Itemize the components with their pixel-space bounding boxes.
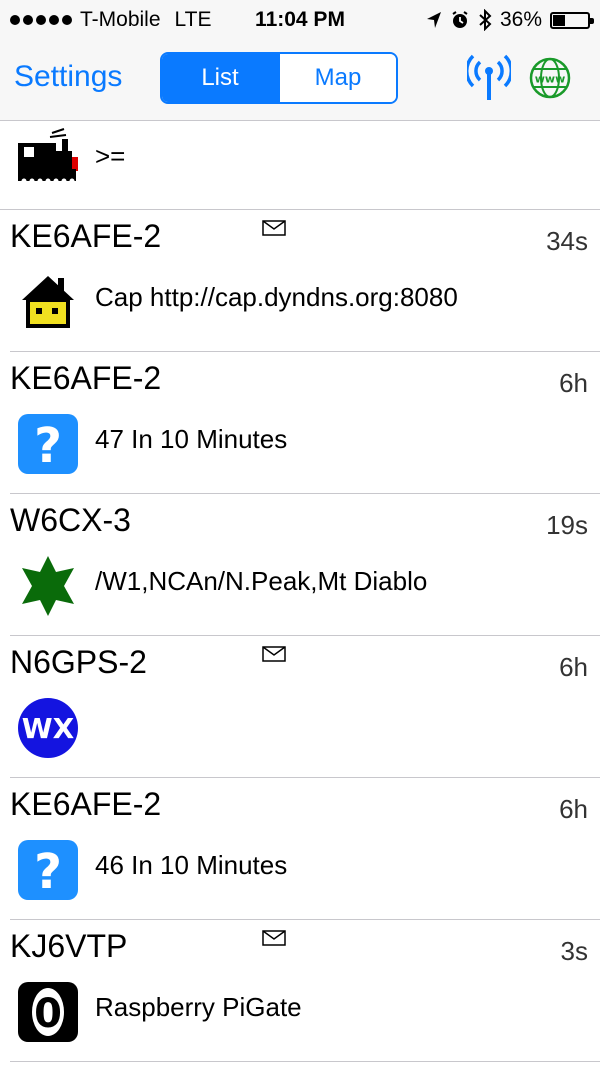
list-item[interactable]: KE6AFE-2 6h ? 47 In 10 Minutes <box>0 352 600 494</box>
envelope-icon <box>262 646 286 662</box>
station-comment: 47 In 10 Minutes <box>95 424 288 454</box>
status-right: 36% <box>426 8 594 32</box>
station-callsign: N6GPS-2 <box>10 644 147 680</box>
station-comment: 46 In 10 Minutes <box>95 850 288 880</box>
antenna-icon[interactable] <box>467 54 511 102</box>
station-age: 3s <box>560 936 588 966</box>
envelope-icon <box>262 930 286 946</box>
list-item[interactable]: KE6AFE-2 6h ? 46 In 10 Minutes <box>0 778 600 920</box>
svg-text:www: www <box>535 73 566 86</box>
station-age: 34s <box>546 226 588 256</box>
envelope-icon <box>262 220 286 236</box>
settings-button[interactable]: Settings <box>14 60 122 94</box>
svg-text:WX: WX <box>22 712 75 745</box>
bluetooth-icon <box>479 9 492 31</box>
house-icon <box>22 276 74 328</box>
segment-list[interactable]: List <box>162 54 278 102</box>
battery-icon <box>550 11 594 29</box>
station-age: 6h <box>559 652 588 682</box>
divider <box>10 1061 600 1062</box>
alarm-icon <box>452 11 468 28</box>
station-age: 6h <box>559 368 588 398</box>
list-item[interactable]: N6GPS-2 6h WX <box>0 636 600 778</box>
question-icon: ? <box>18 840 78 900</box>
svg-text:?: ? <box>34 844 62 900</box>
svg-text:?: ? <box>34 418 62 474</box>
list-item[interactable]: KE6AFE-2 34s Cap http://cap.dyndns.org:8… <box>0 210 600 352</box>
segment-map[interactable]: Map <box>278 54 396 102</box>
wx-icon: WX <box>18 698 78 758</box>
digit-zero-icon: 0 <box>18 982 78 1042</box>
question-icon: ? <box>18 414 78 474</box>
star-icon <box>22 556 74 616</box>
station-callsign: KE6AFE-2 <box>10 218 162 254</box>
station-callsign: KJ6VTP <box>10 928 128 964</box>
status-bar: T-Mobile LTE 11:04 PM 36% <box>0 0 600 40</box>
svg-text:0: 0 <box>34 991 62 1037</box>
station-comment: /W1,NCAn/N.Peak,Mt Diablo <box>95 566 428 596</box>
globe-www-icon[interactable]: www <box>529 57 571 99</box>
view-segmented-control: List Map <box>160 52 398 104</box>
list-item[interactable]: W6CX-3 19s /W1,NCAn/N.Peak,Mt Diablo <box>0 494 600 636</box>
station-callsign: KE6AFE-2 <box>10 360 162 396</box>
station-comment: Cap http://cap.dyndns.org:8080 <box>95 282 458 312</box>
nav-bar: Settings List Map www <box>0 40 600 121</box>
station-comment: Raspberry PiGate <box>95 992 302 1022</box>
station-callsign: W6CX-3 <box>10 502 131 538</box>
station-callsign: KE6AFE-2 <box>10 786 162 822</box>
list-item[interactable]: KJ6VTP 3s 0 Raspberry PiGate <box>0 920 600 1062</box>
battery-percent: 36% <box>499 8 542 31</box>
station-age: 19s <box>546 510 588 540</box>
location-arrow-icon <box>426 12 441 28</box>
list-item[interactable]: >= <box>0 121 600 210</box>
station-age: 6h <box>559 794 588 824</box>
station-list: >= KE6AFE-2 34s Cap http://cap.dyndns.or… <box>0 121 600 1062</box>
train-icon <box>18 128 78 184</box>
station-comment: >= <box>95 141 126 171</box>
